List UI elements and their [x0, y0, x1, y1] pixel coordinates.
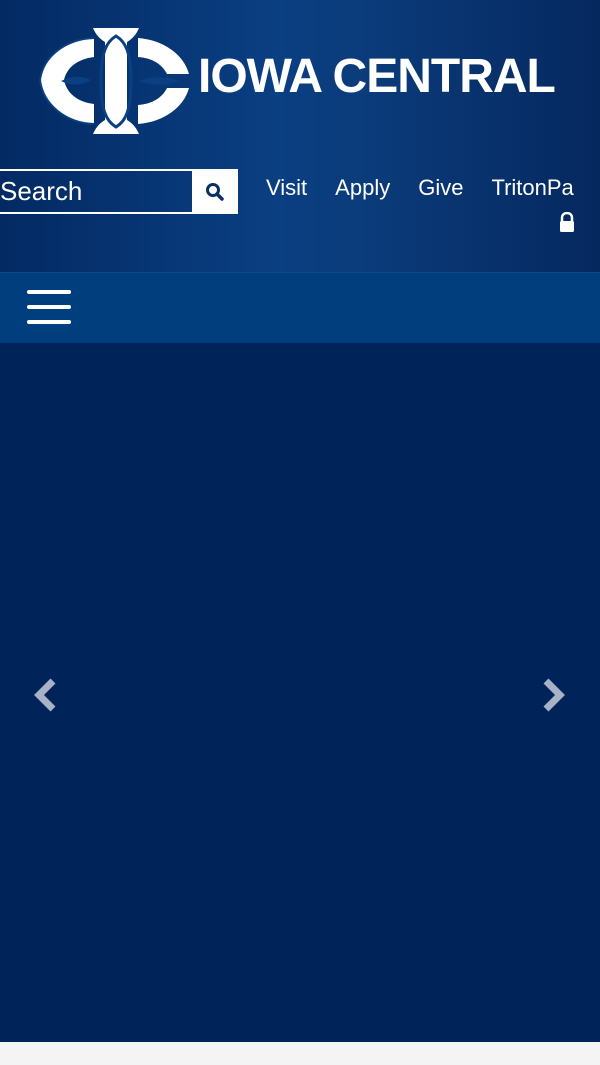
search-icon	[206, 182, 224, 201]
apply-link[interactable]: Apply	[335, 176, 390, 200]
hamburger-menu-button[interactable]	[27, 290, 71, 324]
hamburger-menu-icon	[27, 305, 71, 309]
tritonpa-link[interactable]: TritonPa	[491, 176, 573, 200]
lock-icon	[560, 212, 574, 232]
carousel-next-button[interactable]	[537, 675, 571, 715]
give-link[interactable]: Give	[418, 176, 463, 200]
search-input[interactable]	[0, 169, 192, 214]
visit-link[interactable]: Visit	[266, 176, 307, 200]
hero-carousel	[0, 343, 600, 1042]
hamburger-menu-icon	[27, 290, 71, 294]
hamburger-menu-icon	[27, 320, 71, 324]
page-footer-strip	[0, 1042, 600, 1065]
main-navigation-bar	[0, 272, 600, 343]
site-title: IOWA CENTRAL	[198, 50, 556, 103]
search-form	[0, 169, 238, 214]
carousel-previous-button[interactable]	[28, 675, 62, 715]
chevron-right-icon	[543, 678, 565, 712]
utility-navigation: Visit Apply Give TritonPa	[266, 176, 574, 200]
search-button[interactable]	[192, 169, 238, 214]
iowa-central-logo-mark	[39, 28, 189, 134]
chevron-left-icon	[34, 678, 56, 712]
site-header: IOWA CENTRAL Visit Apply Give TritonPa	[0, 0, 600, 272]
